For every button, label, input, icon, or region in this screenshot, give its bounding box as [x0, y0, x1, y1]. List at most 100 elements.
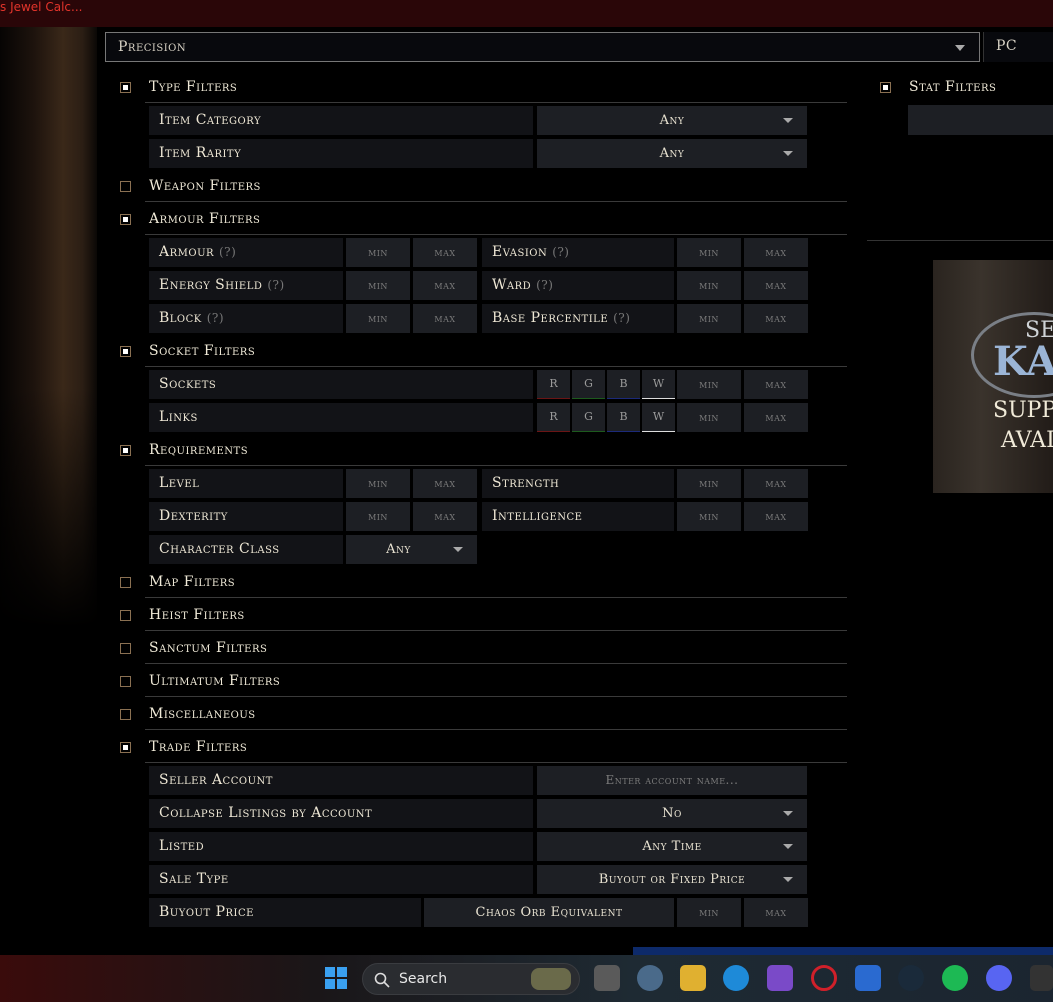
- sockets-white-input[interactable]: W: [642, 370, 675, 399]
- trade-filters-checkbox[interactable]: [120, 742, 131, 753]
- buyout-currency-select[interactable]: Chaos Orb Equivalent: [424, 898, 674, 927]
- edge-icon[interactable]: [723, 965, 749, 991]
- help-icon[interactable]: (?): [613, 311, 630, 325]
- level-min-input[interactable]: min: [346, 469, 410, 498]
- app-icon[interactable]: [1030, 965, 1053, 991]
- links-max-input[interactable]: max: [744, 403, 808, 432]
- strength-max-input[interactable]: max: [744, 469, 808, 498]
- stat-filters-checkbox[interactable]: [880, 82, 891, 93]
- buyout-min-input[interactable]: min: [677, 898, 741, 927]
- buyout-currency-value: Chaos Orb Equivalent: [475, 905, 623, 920]
- sale-type-select[interactable]: Buyout or Fixed Price: [537, 865, 807, 894]
- sockets-green-input[interactable]: G: [572, 370, 605, 399]
- map-filters-checkbox[interactable]: [120, 577, 131, 588]
- min-placeholder: min: [699, 312, 719, 325]
- energy-shield-label-cell: Energy Shield (?): [149, 271, 343, 300]
- stat-filter-input[interactable]: [908, 105, 1053, 135]
- divider: [145, 201, 847, 202]
- socket-filters-label: Socket Filters: [149, 343, 256, 359]
- level-max-input[interactable]: max: [413, 469, 477, 498]
- block-min-input[interactable]: min: [346, 304, 410, 333]
- dexterity-min-input[interactable]: min: [346, 502, 410, 531]
- min-placeholder: min: [699, 279, 719, 292]
- seller-account-input[interactable]: Enter account name...: [537, 766, 807, 795]
- item-rarity-select[interactable]: Any: [537, 139, 807, 168]
- league-select-value: Precision: [118, 39, 187, 55]
- help-icon[interactable]: (?): [207, 311, 224, 325]
- links-white-input[interactable]: W: [642, 403, 675, 432]
- evasion-max-input[interactable]: max: [744, 238, 808, 267]
- heist-filters-label: Heist Filters: [149, 607, 245, 623]
- windows-start-icon[interactable]: [324, 966, 348, 990]
- weapon-filters-checkbox[interactable]: [120, 181, 131, 192]
- strength-min-input[interactable]: min: [677, 469, 741, 498]
- armour-max-input[interactable]: max: [413, 238, 477, 267]
- sockets-min-input[interactable]: min: [677, 370, 741, 399]
- links-red-input[interactable]: R: [537, 403, 570, 432]
- discord-icon[interactable]: [986, 965, 1012, 991]
- armour-filters-checkbox[interactable]: [120, 214, 131, 225]
- sale-type-label-cell: Sale Type: [149, 865, 533, 894]
- help-icon[interactable]: (?): [552, 245, 569, 259]
- links-blue-input[interactable]: B: [607, 403, 640, 432]
- divider: [145, 366, 847, 367]
- energy-shield-min-input[interactable]: min: [346, 271, 410, 300]
- sockets-blue-input[interactable]: B: [607, 370, 640, 399]
- help-icon[interactable]: (?): [267, 278, 284, 292]
- steam-icon[interactable]: [898, 965, 924, 991]
- max-placeholder: max: [765, 510, 787, 523]
- max-placeholder: max: [765, 411, 787, 424]
- settings-icon[interactable]: [637, 965, 663, 991]
- socket-filters-checkbox[interactable]: [120, 346, 131, 357]
- ward-max-input[interactable]: max: [744, 271, 808, 300]
- energy-shield-max-input[interactable]: max: [413, 271, 477, 300]
- task-view-icon[interactable]: [594, 965, 620, 991]
- min-placeholder: min: [368, 312, 388, 325]
- opera-icon[interactable]: [811, 965, 837, 991]
- chevron-down-icon: [955, 45, 965, 51]
- buyout-max-input[interactable]: max: [744, 898, 808, 927]
- max-placeholder: max: [434, 246, 456, 259]
- armour-min-input[interactable]: min: [346, 238, 410, 267]
- type-filters-label: Type Filters: [149, 79, 238, 95]
- intelligence-label: Intelligence: [492, 508, 583, 524]
- sanctum-filters-checkbox[interactable]: [120, 643, 131, 654]
- links-green-input[interactable]: G: [572, 403, 605, 432]
- dexterity-max-input[interactable]: max: [413, 502, 477, 531]
- links-min-input[interactable]: min: [677, 403, 741, 432]
- strength-label-cell: Strength: [482, 469, 674, 498]
- base-percentile-max-input[interactable]: max: [744, 304, 808, 333]
- help-icon[interactable]: (?): [536, 278, 553, 292]
- base-percentile-min-input[interactable]: min: [677, 304, 741, 333]
- evasion-min-input[interactable]: min: [677, 238, 741, 267]
- taskbar-search[interactable]: Search: [362, 963, 580, 995]
- listed-label: Listed: [159, 838, 205, 854]
- max-placeholder: max: [765, 477, 787, 490]
- heist-filters-checkbox[interactable]: [120, 610, 131, 621]
- spotify-icon[interactable]: [942, 965, 968, 991]
- league-select[interactable]: Precision: [105, 32, 980, 62]
- collapse-listings-select[interactable]: No: [537, 799, 807, 828]
- platform-select[interactable]: PC: [983, 32, 1053, 62]
- min-placeholder: min: [368, 279, 388, 292]
- item-category-select[interactable]: Any: [537, 106, 807, 135]
- listed-select[interactable]: Any Time: [537, 832, 807, 861]
- store-icon[interactable]: [855, 965, 881, 991]
- ultimatum-filters-checkbox[interactable]: [120, 676, 131, 687]
- type-filters-checkbox[interactable]: [120, 82, 131, 93]
- miscellaneous-checkbox[interactable]: [120, 709, 131, 720]
- sockets-max-input[interactable]: max: [744, 370, 808, 399]
- character-class-select[interactable]: Any: [346, 535, 477, 564]
- ward-min-input[interactable]: min: [677, 271, 741, 300]
- sockets-red-input[interactable]: R: [537, 370, 570, 399]
- block-max-input[interactable]: max: [413, 304, 477, 333]
- divider: [867, 240, 1053, 241]
- file-explorer-icon[interactable]: [680, 965, 706, 991]
- help-icon[interactable]: (?): [219, 245, 236, 259]
- base-percentile-label-cell: Base Percentile (?): [482, 304, 674, 333]
- requirements-checkbox[interactable]: [120, 445, 131, 456]
- visual-studio-icon[interactable]: [767, 965, 793, 991]
- ad-banner[interactable]: SE KA SUPP AVAI: [933, 260, 1053, 493]
- intelligence-max-input[interactable]: max: [744, 502, 808, 531]
- intelligence-min-input[interactable]: min: [677, 502, 741, 531]
